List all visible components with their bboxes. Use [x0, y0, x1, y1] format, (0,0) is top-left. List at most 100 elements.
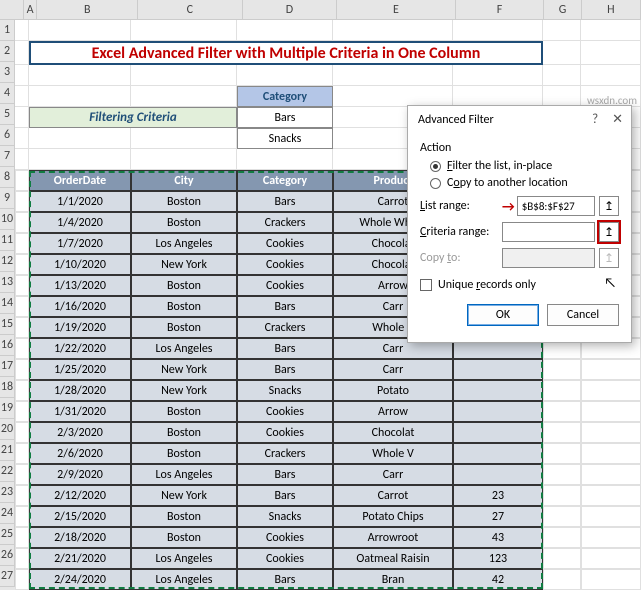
cell-category[interactable]: Crackers: [237, 212, 333, 233]
cell-orderdate[interactable]: 1/1/2020: [29, 191, 131, 212]
cell-product[interactable]: Carr: [333, 464, 453, 485]
cell-orderdate[interactable]: 1/10/2020: [29, 254, 131, 275]
cell-orderdate[interactable]: 1/25/2020: [29, 359, 131, 380]
cell-city[interactable]: Los Angeles: [131, 464, 237, 485]
cell-category[interactable]: Bars: [237, 296, 333, 317]
col-header-B[interactable]: B: [37, 0, 138, 19]
cell-city[interactable]: Los Angeles: [131, 569, 237, 590]
criteria-value-1[interactable]: Bars: [237, 107, 333, 128]
table-row[interactable]: 2/18/2020BostonCookiesArrowroot43: [15, 527, 641, 548]
row-header[interactable]: 3: [0, 62, 15, 83]
row-header[interactable]: 6: [0, 125, 15, 146]
cell-orderdate[interactable]: 1/7/2020: [29, 233, 131, 254]
row-header[interactable]: 7: [0, 146, 15, 167]
help-icon[interactable]: ?: [592, 112, 598, 127]
cell-quantity[interactable]: 43: [453, 527, 543, 548]
row-header[interactable]: 21: [0, 440, 15, 461]
cell-orderdate[interactable]: 2/9/2020: [29, 464, 131, 485]
select-all-corner[interactable]: [0, 0, 24, 19]
table-row[interactable]: 1/25/2020New YorkBarsCarr: [15, 359, 641, 380]
advanced-filter-dialog[interactable]: Advanced Filter ? ✕ Action Filter the li…: [407, 105, 632, 343]
row-header[interactable]: 2: [0, 41, 15, 62]
row-header[interactable]: 20: [0, 419, 15, 440]
col-header-A[interactable]: A: [24, 0, 38, 19]
cell-city[interactable]: Los Angeles: [131, 338, 237, 359]
cell-quantity[interactable]: [453, 401, 543, 422]
cell-orderdate[interactable]: 1/13/2020: [29, 275, 131, 296]
criteria-value-2[interactable]: Snacks: [237, 128, 333, 149]
cell-product[interactable]: Whole V: [333, 443, 453, 464]
cell-city[interactable]: New York: [131, 254, 237, 275]
cell-orderdate[interactable]: 2/24/2020: [29, 569, 131, 590]
col-header-D[interactable]: D: [243, 0, 338, 19]
table-row[interactable]: 1/31/2020BostonCookiesArrow: [15, 401, 641, 422]
cancel-button[interactable]: Cancel: [547, 304, 619, 326]
cell-quantity[interactable]: [453, 359, 543, 380]
cell-category[interactable]: Cookies: [237, 275, 333, 296]
row-header[interactable]: 4: [0, 83, 15, 104]
cell-category[interactable]: Cookies: [237, 254, 333, 275]
cell-quantity[interactable]: 123: [453, 548, 543, 569]
unique-records-checkbox[interactable]: Unique records only: [420, 278, 619, 292]
cell-product[interactable]: Bran: [333, 569, 453, 590]
cell-product[interactable]: Carrot: [333, 485, 453, 506]
cell-orderdate[interactable]: 1/28/2020: [29, 380, 131, 401]
row-header[interactable]: 18: [0, 377, 15, 398]
cell-orderdate[interactable]: 2/12/2020: [29, 485, 131, 506]
cell-city[interactable]: New York: [131, 359, 237, 380]
cell-product[interactable]: Potato Chips: [333, 506, 453, 527]
cell-category[interactable]: Bars: [237, 338, 333, 359]
cell-product[interactable]: Carr: [333, 359, 453, 380]
row-header[interactable]: 8: [0, 167, 15, 188]
row-header[interactable]: 24: [0, 503, 15, 524]
row-header[interactable]: 14: [0, 293, 15, 314]
table-row[interactable]: 2/9/2020Los AngelesBarsCarr: [15, 464, 641, 485]
cell-product[interactable]: Oatmeal Raisin: [333, 548, 453, 569]
cell-orderdate[interactable]: 2/15/2020: [29, 506, 131, 527]
cell-category[interactable]: Cookies: [237, 548, 333, 569]
row-header[interactable]: 23: [0, 482, 15, 503]
cell-city[interactable]: Los Angeles: [131, 548, 237, 569]
cell-category[interactable]: Bars: [237, 485, 333, 506]
cell-city[interactable]: Boston: [131, 317, 237, 338]
cell-city[interactable]: Boston: [131, 275, 237, 296]
row-header[interactable]: 13: [0, 272, 15, 293]
cell-category[interactable]: Cookies: [237, 527, 333, 548]
cell-orderdate[interactable]: 2/21/2020: [29, 548, 131, 569]
cell-quantity[interactable]: 27: [453, 506, 543, 527]
table-row[interactable]: 2/15/2020BostonSnacksPotato Chips27: [15, 506, 641, 527]
list-range-input[interactable]: $B$8:$F$27: [517, 196, 595, 216]
cell-orderdate[interactable]: 2/18/2020: [29, 527, 131, 548]
cell-orderdate[interactable]: 2/6/2020: [29, 443, 131, 464]
close-icon[interactable]: ✕: [612, 112, 623, 127]
cell-quantity[interactable]: [453, 380, 543, 401]
cell-orderdate[interactable]: 1/22/2020: [29, 338, 131, 359]
cell-category[interactable]: Bars: [237, 569, 333, 590]
radio-copy-location[interactable]: Copy to another location: [430, 176, 619, 190]
table-row[interactable]: 2/21/2020Los AngelesCookiesOatmeal Raisi…: [15, 548, 641, 569]
criteria-range-input[interactable]: [502, 222, 595, 242]
row-header[interactable]: 1: [0, 20, 15, 41]
col-header-G[interactable]: G: [544, 0, 581, 19]
cell-category[interactable]: Bars: [237, 359, 333, 380]
cell-quantity[interactable]: [453, 422, 543, 443]
cell-category[interactable]: Cookies: [237, 422, 333, 443]
cell-city[interactable]: Boston: [131, 191, 237, 212]
cell-category[interactable]: Crackers: [237, 443, 333, 464]
table-row[interactable]: 2/6/2020BostonCrackersWhole V: [15, 443, 641, 464]
row-header[interactable]: 5: [0, 104, 15, 125]
cell-quantity[interactable]: [453, 443, 543, 464]
col-header-H[interactable]: H: [582, 0, 641, 19]
row-header[interactable]: 10: [0, 209, 15, 230]
cell-orderdate[interactable]: 2/3/2020: [29, 422, 131, 443]
row-header[interactable]: 9: [0, 188, 15, 209]
row-header[interactable]: 22: [0, 461, 15, 482]
cell-product[interactable]: Arrow: [333, 401, 453, 422]
cell-city[interactable]: Boston: [131, 401, 237, 422]
cell-city[interactable]: Boston: [131, 422, 237, 443]
cell-city[interactable]: Boston: [131, 506, 237, 527]
cell-city[interactable]: Boston: [131, 443, 237, 464]
cell-quantity[interactable]: 42: [453, 569, 543, 590]
row-header[interactable]: 16: [0, 335, 15, 356]
cell-category[interactable]: Bars: [237, 191, 333, 212]
